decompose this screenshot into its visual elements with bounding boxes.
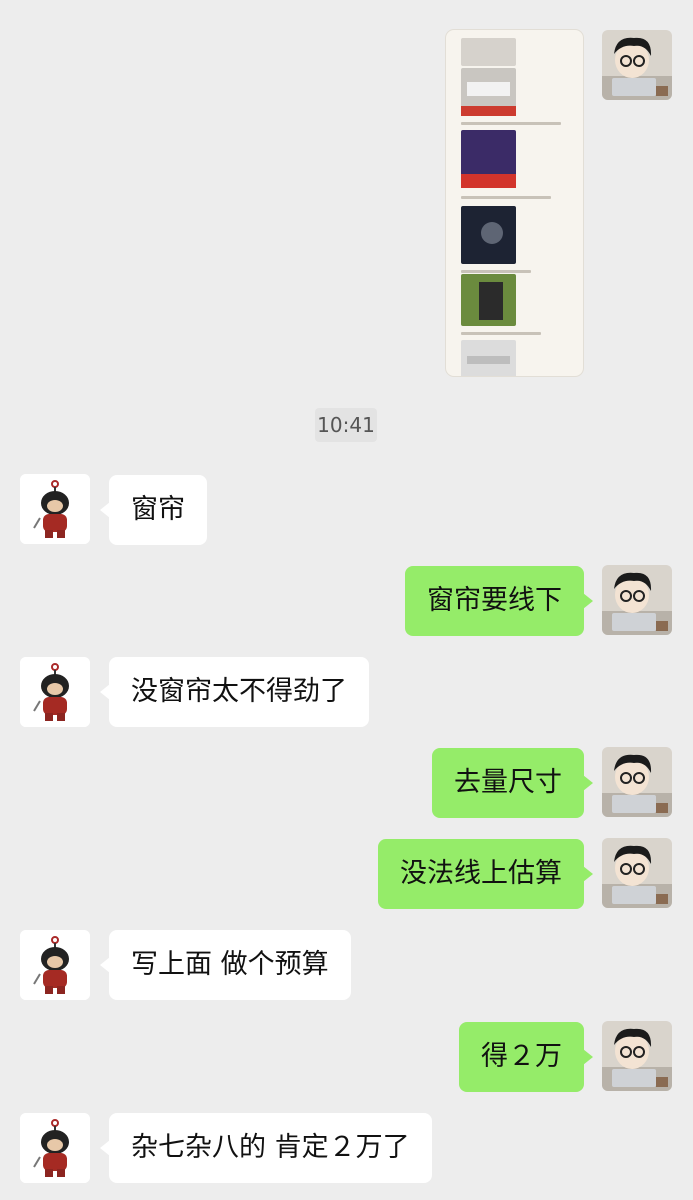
my-avatar[interactable] — [602, 838, 672, 908]
red-doll-figure-avatar-icon — [20, 657, 90, 727]
outgoing-message[interactable]: 得２万 — [459, 1022, 593, 1092]
cartoon-boy-with-laptop-avatar-icon — [602, 1021, 672, 1091]
red-doll-figure-avatar-icon — [20, 1113, 90, 1183]
contact-avatar[interactable] — [20, 474, 90, 544]
my-avatar[interactable] — [602, 747, 672, 817]
outgoing-message[interactable]: 没法线上估算 — [378, 839, 593, 909]
message-text: 窗帘要线下 — [427, 585, 562, 616]
message-text: 没窗帘太不得劲了 — [131, 676, 347, 707]
my-avatar[interactable] — [602, 30, 672, 100]
my-avatar[interactable] — [602, 565, 672, 635]
incoming-message[interactable]: 没窗帘太不得劲了 — [100, 657, 369, 727]
red-doll-figure-avatar-icon — [20, 930, 90, 1000]
contact-avatar[interactable] — [20, 1113, 90, 1183]
cartoon-boy-with-laptop-avatar-icon — [602, 747, 672, 817]
image-message[interactable] — [446, 30, 583, 376]
message-text: 去量尺寸 — [454, 767, 562, 798]
cartoon-boy-with-laptop-avatar-icon — [602, 838, 672, 908]
my-avatar[interactable] — [602, 1021, 672, 1091]
timestamp: 10:41 — [315, 408, 377, 442]
red-doll-figure-avatar-icon — [20, 474, 90, 544]
message-text: 杂七杂八的 肯定２万了 — [131, 1132, 410, 1163]
chat-area: 10:41 窗帘 窗帘要线下 没窗帘太不得劲了 去量尺寸 没法线上估算 写上面 … — [0, 0, 693, 1200]
outgoing-message[interactable]: 窗帘要线下 — [405, 566, 593, 636]
incoming-message[interactable]: 杂七杂八的 肯定２万了 — [100, 1113, 432, 1183]
cartoon-boy-with-laptop-avatar-icon — [602, 30, 672, 100]
message-text: 窗帘 — [131, 494, 185, 525]
contact-avatar[interactable] — [20, 930, 90, 1000]
outgoing-message[interactable]: 去量尺寸 — [432, 748, 593, 818]
message-text: 没法线上估算 — [400, 858, 562, 889]
message-text: 得２万 — [481, 1041, 562, 1072]
contact-avatar[interactable] — [20, 657, 90, 727]
incoming-message[interactable]: 写上面 做个预算 — [100, 930, 351, 1000]
message-text: 写上面 做个预算 — [131, 949, 329, 980]
incoming-message[interactable]: 窗帘 — [100, 475, 207, 545]
cartoon-boy-with-laptop-avatar-icon — [602, 565, 672, 635]
